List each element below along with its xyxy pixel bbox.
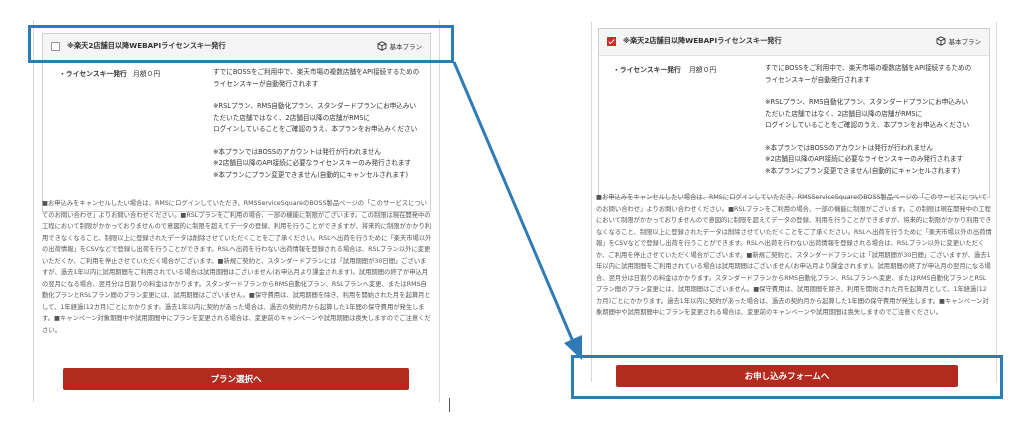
text-cursor <box>449 398 450 412</box>
arrow-icon <box>452 61 582 360</box>
